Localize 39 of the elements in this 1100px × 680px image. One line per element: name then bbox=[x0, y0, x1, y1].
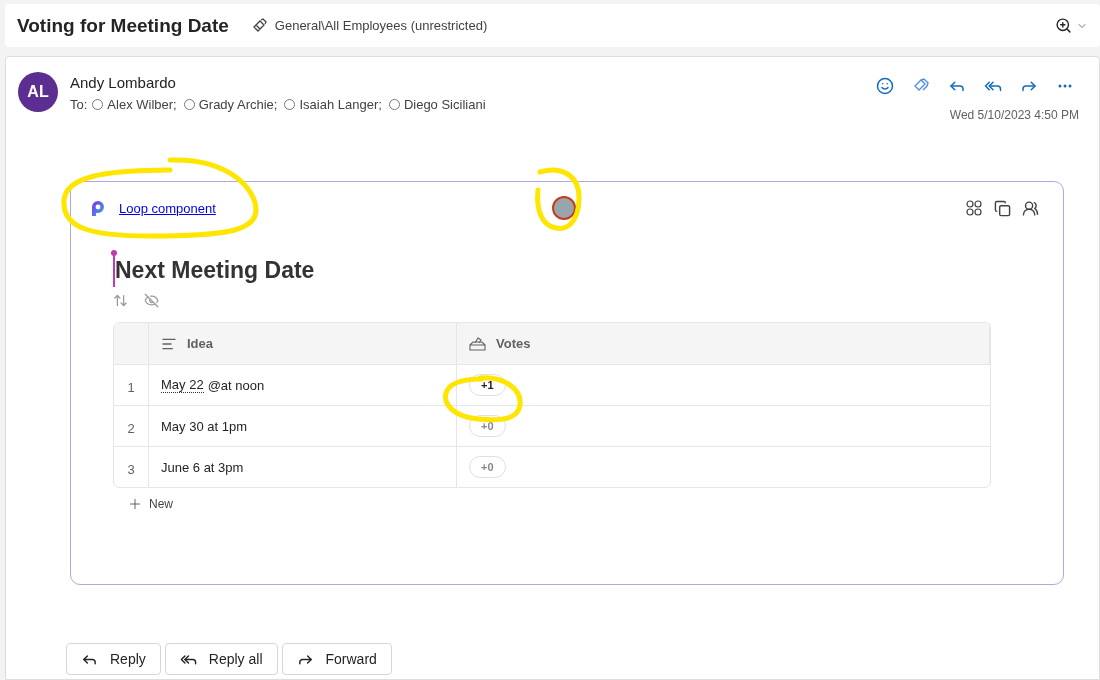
idea-text: June 6 at 3pm bbox=[161, 459, 244, 475]
smiley-icon bbox=[876, 77, 894, 95]
row-number: 2 bbox=[127, 420, 135, 436]
loop-component-link[interactable]: Loop component bbox=[119, 200, 216, 216]
ballot-box-icon bbox=[469, 336, 486, 351]
loop-logo-icon bbox=[89, 199, 107, 217]
copy-icon[interactable] bbox=[993, 199, 1011, 217]
more-icon bbox=[1058, 84, 1072, 88]
action-button[interactable]: Reply bbox=[66, 643, 161, 675]
avatar: AL bbox=[18, 72, 58, 112]
recipient[interactable]: Diego Siciliani bbox=[403, 97, 486, 112]
date-mention[interactable]: May 22 bbox=[161, 377, 204, 393]
email-subject: Voting for Meeting Date bbox=[17, 14, 229, 37]
vote-button[interactable]: +0 bbox=[469, 456, 506, 478]
idea-text: May 30 at 1pm bbox=[161, 418, 247, 434]
user-avatar bbox=[552, 196, 576, 220]
eye-off-icon[interactable] bbox=[144, 293, 159, 308]
recipient[interactable]: Isaiah Langer; bbox=[299, 97, 382, 112]
action-button[interactable]: Reply all bbox=[164, 643, 278, 675]
zoom-icon[interactable] bbox=[1055, 17, 1072, 34]
sender-name: Andy Lombardo bbox=[70, 74, 177, 91]
column-header: Votes bbox=[496, 336, 531, 351]
plus-icon bbox=[127, 496, 143, 512]
action-button[interactable]: Forward bbox=[281, 643, 392, 675]
row-number: 1 bbox=[127, 379, 135, 395]
sent-date: Wed 5/10/2023 4:50 PM bbox=[949, 108, 1079, 122]
people-icon[interactable] bbox=[1021, 199, 1039, 217]
sensitivity-label: General\All Employees (unrestricted) bbox=[274, 18, 488, 33]
text-cursor bbox=[113, 253, 115, 287]
recipient[interactable]: Grady Archie; bbox=[198, 97, 278, 112]
recipient[interactable]: Alex Wilber; bbox=[107, 97, 177, 112]
sort-icon[interactable] bbox=[113, 293, 128, 308]
idea-text: @at noon bbox=[207, 377, 265, 393]
to-label: To: bbox=[70, 97, 88, 112]
column-header: Idea bbox=[187, 336, 213, 351]
loop-title: Next Meeting Date bbox=[115, 256, 315, 284]
apps-grid-icon[interactable] bbox=[965, 199, 983, 217]
new-row-button[interactable]: New bbox=[127, 496, 173, 512]
row-number: 3 bbox=[127, 461, 135, 477]
